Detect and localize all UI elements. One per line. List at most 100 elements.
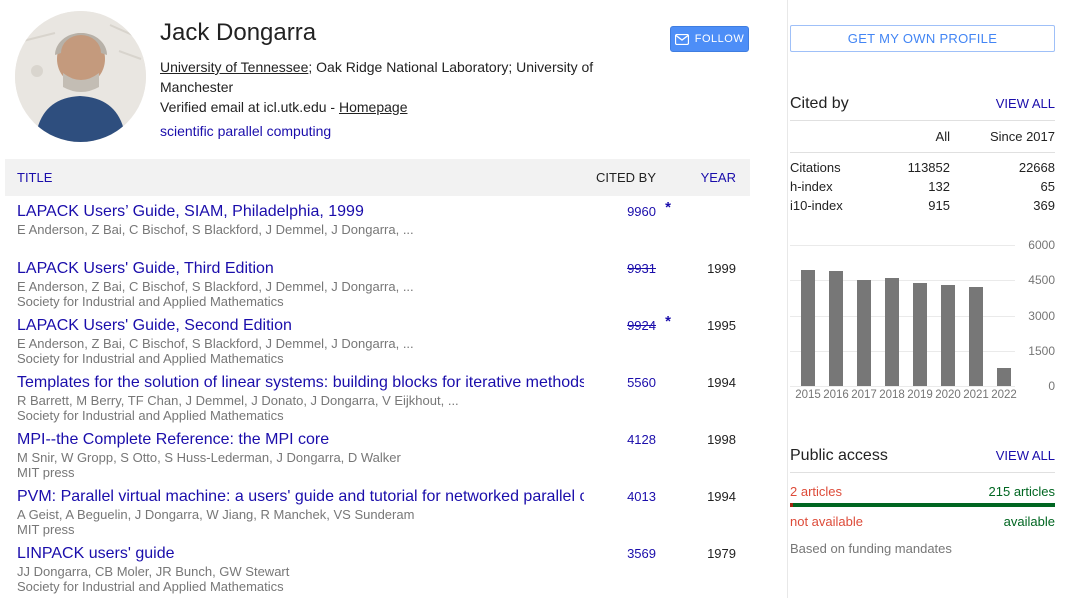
- publication-authors: R Barrett, M Berry, TF Chan, J Demmel, J…: [17, 393, 584, 408]
- chart-bar-2022[interactable]: [997, 368, 1011, 386]
- publication-main: LAPACK Users' Guide, Third EditionE Ande…: [5, 259, 584, 309]
- publications-list: LAPACK Users’ Guide, SIAM, Philadelphia,…: [5, 196, 750, 595]
- publication-title-link[interactable]: LAPACK Users' Guide, Second Edition: [17, 316, 584, 336]
- chart-ytick-label: 6000: [1025, 238, 1055, 252]
- verified-email-text: Verified email at icl.utk.edu -: [160, 99, 339, 115]
- publication-main: PVM: Parallel virtual machine: a users' …: [5, 487, 584, 537]
- publication-title-link[interactable]: LINPACK users' guide: [17, 544, 584, 564]
- vertical-divider: [787, 0, 788, 598]
- get-my-own-profile-label: GET MY OWN PROFILE: [848, 31, 997, 46]
- available-label: available: [1004, 514, 1055, 529]
- public-access-bar: [790, 503, 1055, 507]
- cited-by-count: 3569: [584, 544, 656, 564]
- interest-link[interactable]: scientific parallel computing: [160, 121, 660, 141]
- publication-venue: Society for Industrial and Applied Mathe…: [17, 579, 584, 594]
- publication-main: LINPACK users' guideJJ Dongarra, CB Mole…: [5, 544, 584, 594]
- publication-main: LAPACK Users’ Guide, SIAM, Philadelphia,…: [5, 202, 584, 252]
- cited-by-count-link[interactable]: 4013: [627, 489, 656, 504]
- cited-by-count: 4013: [584, 487, 656, 507]
- publication-row: LAPACK Users’ Guide, SIAM, Philadelphia,…: [5, 196, 750, 253]
- publication-year: 1998: [680, 430, 736, 450]
- profile-info: Jack Dongarra University of Tennessee; O…: [160, 18, 660, 141]
- cited-by-count-link[interactable]: 9960: [627, 204, 656, 219]
- publication-row: PVM: Parallel virtual machine: a users' …: [5, 481, 750, 538]
- public-access-view-all[interactable]: VIEW ALL: [996, 448, 1055, 463]
- chart-gridline: [790, 245, 1015, 246]
- profile-photo-image: [15, 11, 146, 142]
- publication-title-link[interactable]: Templates for the solution of linear sys…: [17, 373, 584, 393]
- affiliation: University of Tennessee; Oak Ridge Natio…: [160, 57, 660, 97]
- chart-bar-2015[interactable]: [801, 270, 815, 386]
- chart-ytick-label: 0: [1025, 379, 1055, 393]
- cited-by-count-link[interactable]: 4128: [627, 432, 656, 447]
- publication-year: 1995: [680, 316, 736, 336]
- publication-title-link[interactable]: LAPACK Users’ Guide, SIAM, Philadelphia,…: [17, 202, 584, 222]
- divider: [790, 472, 1055, 473]
- chart-gridline: [790, 386, 1015, 387]
- stat-row-citations: Citations 113852 22668: [790, 158, 1055, 177]
- publication-row: LINPACK users' guideJJ Dongarra, CB Mole…: [5, 538, 750, 595]
- get-my-own-profile-button[interactable]: GET MY OWN PROFILE: [790, 25, 1055, 52]
- publication-venue: Society for Industrial and Applied Mathe…: [17, 408, 584, 423]
- stats-col-spacer: [790, 129, 885, 144]
- stat-value-all: 132: [885, 177, 950, 196]
- stat-label: i10-index: [790, 196, 885, 215]
- cited-by-count: 5560: [584, 373, 656, 393]
- header-cited-by[interactable]: CITED BY: [584, 170, 656, 185]
- publication-title-link[interactable]: PVM: Parallel virtual machine: a users' …: [17, 487, 584, 507]
- chart-bar-2020[interactable]: [941, 285, 955, 386]
- publication-row: Templates for the solution of linear sys…: [5, 367, 750, 424]
- public-access-bar-green: [793, 503, 1055, 507]
- publication-title-link[interactable]: MPI--the Complete Reference: the MPI cor…: [17, 430, 584, 450]
- cited-by-count: 9931: [584, 259, 656, 279]
- not-available-label: not available: [790, 514, 863, 529]
- chart-ytick-label: 1500: [1025, 344, 1055, 358]
- sidebar: GET MY OWN PROFILE Cited by VIEW ALL All…: [790, 0, 1056, 598]
- cited-by-view-all[interactable]: VIEW ALL: [996, 96, 1055, 111]
- cited-by-count-link[interactable]: 9931: [627, 261, 656, 276]
- cited-by-count: 4128: [584, 430, 656, 450]
- public-access-title: Public access: [790, 447, 888, 465]
- publication-year: 1999: [680, 259, 736, 279]
- divider: [790, 120, 1055, 121]
- cited-by-count: 9960: [584, 202, 656, 222]
- chart-bar-2016[interactable]: [829, 271, 843, 386]
- publication-main: LAPACK Users' Guide, Second EditionE And…: [5, 316, 584, 366]
- cited-by-count-link[interactable]: 3569: [627, 546, 656, 561]
- cited-by-count: 9924: [584, 316, 656, 336]
- chart-ytick-label: 4500: [1025, 273, 1055, 287]
- publications-table-header: TITLE CITED BY YEAR: [5, 159, 750, 196]
- chart-bar-2018[interactable]: [885, 278, 899, 386]
- chart-bar-2017[interactable]: [857, 280, 871, 386]
- follow-button[interactable]: FOLLOW: [670, 26, 749, 52]
- publication-year: 1994: [680, 487, 736, 507]
- cited-by-title: Cited by: [790, 95, 849, 113]
- cited-by-count-link[interactable]: 5560: [627, 375, 656, 390]
- merged-article-star: *: [656, 199, 680, 216]
- stat-value-since: 22668: [950, 158, 1055, 177]
- chart-bar-2019[interactable]: [913, 283, 927, 386]
- homepage-link[interactable]: Homepage: [339, 99, 408, 115]
- stats-col-since: Since 2017: [950, 129, 1055, 144]
- cited-by-header: Cited by VIEW ALL: [790, 95, 1055, 113]
- verified-email: Verified email at icl.utk.edu - Homepage: [160, 97, 660, 117]
- header-title[interactable]: TITLE: [5, 170, 584, 185]
- stat-value-since: 65: [950, 177, 1055, 196]
- chart-gridline: [790, 280, 1015, 281]
- publication-authors: JJ Dongarra, CB Moler, JR Bunch, GW Stew…: [17, 564, 584, 579]
- publication-title-link[interactable]: LAPACK Users' Guide, Third Edition: [17, 259, 584, 279]
- publication-authors: E Anderson, Z Bai, C Bischof, S Blackfor…: [17, 279, 584, 294]
- affiliation-link[interactable]: University of Tennessee: [160, 59, 308, 75]
- follow-button-label: FOLLOW: [695, 33, 744, 45]
- header-year[interactable]: YEAR: [680, 170, 736, 185]
- cited-by-count-link[interactable]: 9924: [627, 318, 656, 333]
- scholar-profile-page: Jack Dongarra University of Tennessee; O…: [0, 0, 1080, 598]
- stat-label: Citations: [790, 158, 885, 177]
- chart-bar-2021[interactable]: [969, 287, 983, 386]
- publication-venue: MIT press: [17, 522, 584, 537]
- public-access-labels: not available available: [790, 514, 1055, 529]
- not-available-count: 2 articles: [790, 484, 842, 499]
- publication-venue: Society for Industrial and Applied Mathe…: [17, 351, 584, 366]
- publication-venue: Society for Industrial and Applied Mathe…: [17, 294, 584, 309]
- publication-authors: E Anderson, Z Bai, C Bischof, S Blackfor…: [17, 222, 584, 237]
